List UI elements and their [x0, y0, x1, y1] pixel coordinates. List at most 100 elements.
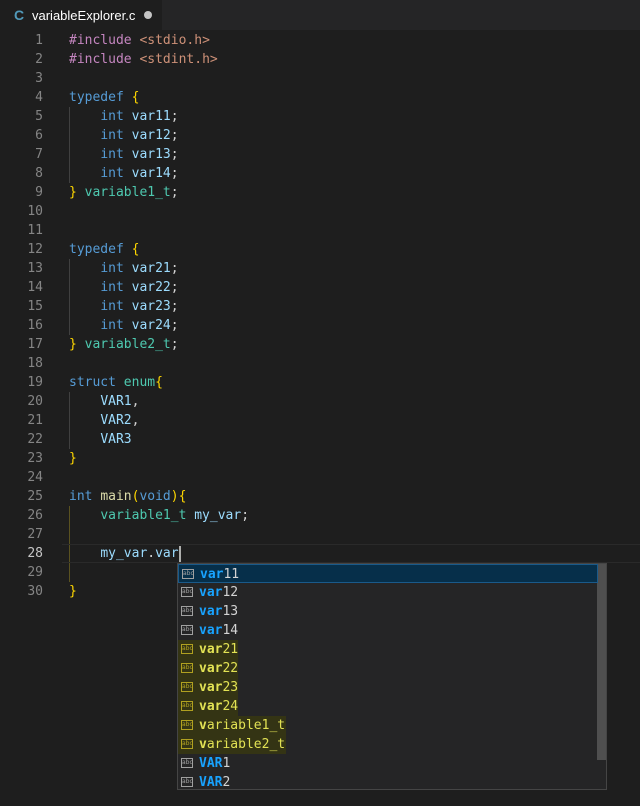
code-line[interactable]: 25 int main(void){ — [0, 487, 640, 506]
code-token: main — [100, 489, 132, 504]
code-token: typedef — [69, 242, 132, 257]
suggestion-item[interactable]: abc var13 — [178, 602, 598, 621]
code-line[interactable]: 19 struct enum{ — [0, 373, 640, 392]
line-number: 20 — [27, 394, 43, 409]
code-token: VAR1 — [100, 394, 132, 409]
tab-bar: C variableExplorer.c — [0, 0, 640, 30]
code-line[interactable]: 16 int var24; — [0, 316, 640, 335]
suggestion-rest: 21 — [222, 642, 239, 657]
suggestion-scrollbar[interactable] — [597, 564, 606, 760]
code-line[interactable]: 2 #include <stdint.h> — [0, 50, 640, 69]
suggestion-item[interactable]: abc var23 — [178, 678, 598, 697]
code-line[interactable]: 21 VAR2, — [0, 411, 640, 430]
code-text: } — [69, 449, 77, 468]
suggestion-label: var22 — [199, 659, 238, 678]
abc-text-icon: abc — [181, 644, 193, 654]
line-number: 30 — [27, 584, 43, 599]
suggestion-item[interactable]: abc var21 — [178, 640, 598, 659]
code-line[interactable]: 28 my_var.var — [0, 544, 640, 563]
suggestion-item[interactable]: abc var11 — [178, 564, 598, 583]
code-token: ; — [241, 508, 250, 523]
suggestion-match: var — [199, 699, 223, 714]
suggestion-match: var — [199, 680, 223, 695]
code-line[interactable]: 23} — [0, 449, 640, 468]
code-text: variable1_t my_var; — [69, 506, 249, 525]
line-number: 16 — [27, 318, 43, 333]
code-line[interactable]: 20 VAR1, — [0, 392, 640, 411]
line-number: 4 — [35, 90, 43, 105]
code-token: var — [155, 546, 179, 561]
code-line[interactable]: 5 int var11; — [0, 107, 640, 126]
line-number: 19 — [27, 375, 43, 390]
code-token: int — [100, 147, 132, 162]
code-line[interactable]: 14 int var22; — [0, 278, 640, 297]
code-text: my_var.var — [69, 544, 181, 563]
code-text: int var21; — [69, 259, 178, 278]
suggestion-item[interactable]: abc var14 — [178, 621, 598, 640]
code-line[interactable]: 17} variable2_t; — [0, 335, 640, 354]
code-token: my_var — [194, 508, 242, 523]
code-text: int var12; — [69, 126, 178, 145]
code-line[interactable]: 10 — [0, 202, 640, 221]
code-token: } — [69, 185, 85, 200]
suggestion-item[interactable]: abc VAR1 — [178, 754, 598, 773]
code-text: typedef { — [69, 240, 139, 259]
code-line[interactable]: 12 typedef { — [0, 240, 640, 259]
code-token: var21 — [131, 261, 171, 276]
code-text: int var11; — [69, 107, 178, 126]
line-number: 21 — [27, 413, 43, 428]
code-line[interactable]: 15 int var23; — [0, 297, 640, 316]
code-line[interactable]: 6 int var12; — [0, 126, 640, 145]
unsaved-dot-icon[interactable] — [144, 11, 152, 19]
code-token: <stdint.h> — [139, 52, 218, 67]
code-token: ; — [170, 318, 179, 333]
code-token: ; — [170, 166, 179, 181]
suggestion-item[interactable]: abc variable1_t — [178, 716, 598, 735]
code-line[interactable]: 7 int var13; — [0, 145, 640, 164]
code-token: { — [131, 90, 140, 105]
code-line[interactable]: 26 variable1_t my_var; — [0, 506, 640, 525]
code-line[interactable]: 4 typedef { — [0, 88, 640, 107]
suggestion-item[interactable]: abc VAR2 — [178, 773, 598, 789]
suggestion-label: var13 — [199, 602, 238, 621]
code-text: VAR2, — [69, 411, 139, 430]
code-token: ; — [170, 185, 179, 200]
suggestion-label: variable1_t — [199, 716, 285, 735]
code-line[interactable]: 8 int var14; — [0, 164, 640, 183]
code-text: int var24; — [69, 316, 179, 335]
line-number: 1 — [35, 33, 43, 48]
code-line[interactable]: 22 VAR3 — [0, 430, 640, 449]
code-text: #include <stdint.h> — [69, 50, 218, 69]
suggestion-label: VAR1 — [199, 754, 230, 773]
code-line[interactable]: 13 int var21; — [0, 259, 640, 278]
abc-text-icon: abc — [181, 606, 193, 616]
code-line[interactable]: 24 — [0, 468, 640, 487]
suggestion-item[interactable]: abc var12 — [178, 583, 598, 602]
suggestion-widget[interactable]: abc var11 abc var12 abc var13 abc var14 abc var21… — [177, 563, 607, 790]
code-token: var23 — [131, 299, 171, 314]
abc-text-icon: abc — [181, 758, 193, 768]
suggestion-item[interactable]: abc var22 — [178, 659, 598, 678]
code-line[interactable]: 3 — [0, 69, 640, 88]
code-line[interactable]: 1 #include <stdio.h> — [0, 31, 640, 50]
abc-text-icon: abc — [181, 739, 193, 749]
code-line[interactable]: 9} variable1_t; — [0, 183, 640, 202]
suggestion-item[interactable]: abc variable2_t — [178, 735, 598, 754]
c-language-icon: C — [14, 7, 25, 23]
code-line[interactable]: 18 — [0, 354, 640, 373]
tab-variableexplorer[interactable]: C variableExplorer.c — [0, 0, 162, 30]
code-line[interactable]: 11 — [0, 221, 640, 240]
suggestion-rest: 24 — [222, 699, 239, 714]
code-line[interactable]: 27 — [0, 525, 640, 544]
code-text: struct enum{ — [69, 373, 163, 392]
code-token: #include — [69, 33, 140, 48]
code-token: #include — [69, 52, 140, 67]
suggestion-item[interactable]: abc var24 — [178, 697, 598, 716]
code-token: { — [131, 242, 140, 257]
